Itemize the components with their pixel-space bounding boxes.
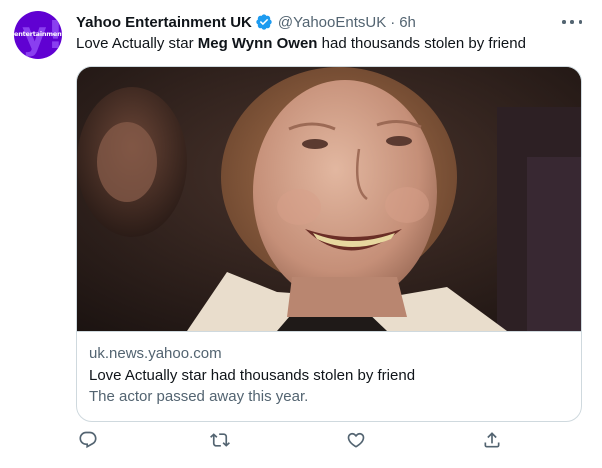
reply-icon[interactable] — [78, 430, 100, 452]
like-icon[interactable] — [346, 430, 368, 452]
card-description: The actor passed away this year. — [89, 388, 309, 405]
tweet-actions — [76, 430, 582, 452]
avatar[interactable]: y! entertainment — [14, 11, 62, 59]
card-title: Love Actually star had thousands stolen … — [89, 367, 416, 384]
verified-badge-icon — [255, 13, 273, 31]
retweet-icon[interactable] — [210, 430, 232, 452]
user-handle[interactable]: @YahooEntsUK — [278, 14, 386, 31]
tweet-text-after: had thousands stolen by friend — [317, 35, 526, 52]
card-domain: uk.news.yahoo.com — [89, 345, 222, 362]
display-name[interactable]: Yahoo Entertainment UK — [76, 14, 252, 31]
separator-dot: · — [390, 13, 396, 31]
more-options-icon[interactable] — [562, 14, 582, 30]
tweet-text-before: Love Actually star — [76, 35, 198, 52]
tweet-text-bold: Meg Wynn Owen — [197, 35, 318, 52]
avatar-logo-text: entertainment — [14, 30, 62, 38]
card-image[interactable] — [77, 67, 581, 331]
card-info[interactable]: uk.news.yahoo.com Love Actually star had… — [77, 331, 581, 421]
timestamp[interactable]: 6h — [399, 14, 416, 31]
link-card[interactable]: uk.news.yahoo.com Love Actually star had… — [76, 66, 582, 422]
share-icon[interactable] — [482, 430, 504, 452]
tweet[interactable]: y! entertainment Yahoo Entertainment UK … — [0, 0, 602, 468]
tweet-text: Love Actually star Meg Wynn Owen had tho… — [76, 35, 526, 52]
tweet-header: Yahoo Entertainment UK @YahooEntsUK · 6h — [76, 12, 416, 32]
